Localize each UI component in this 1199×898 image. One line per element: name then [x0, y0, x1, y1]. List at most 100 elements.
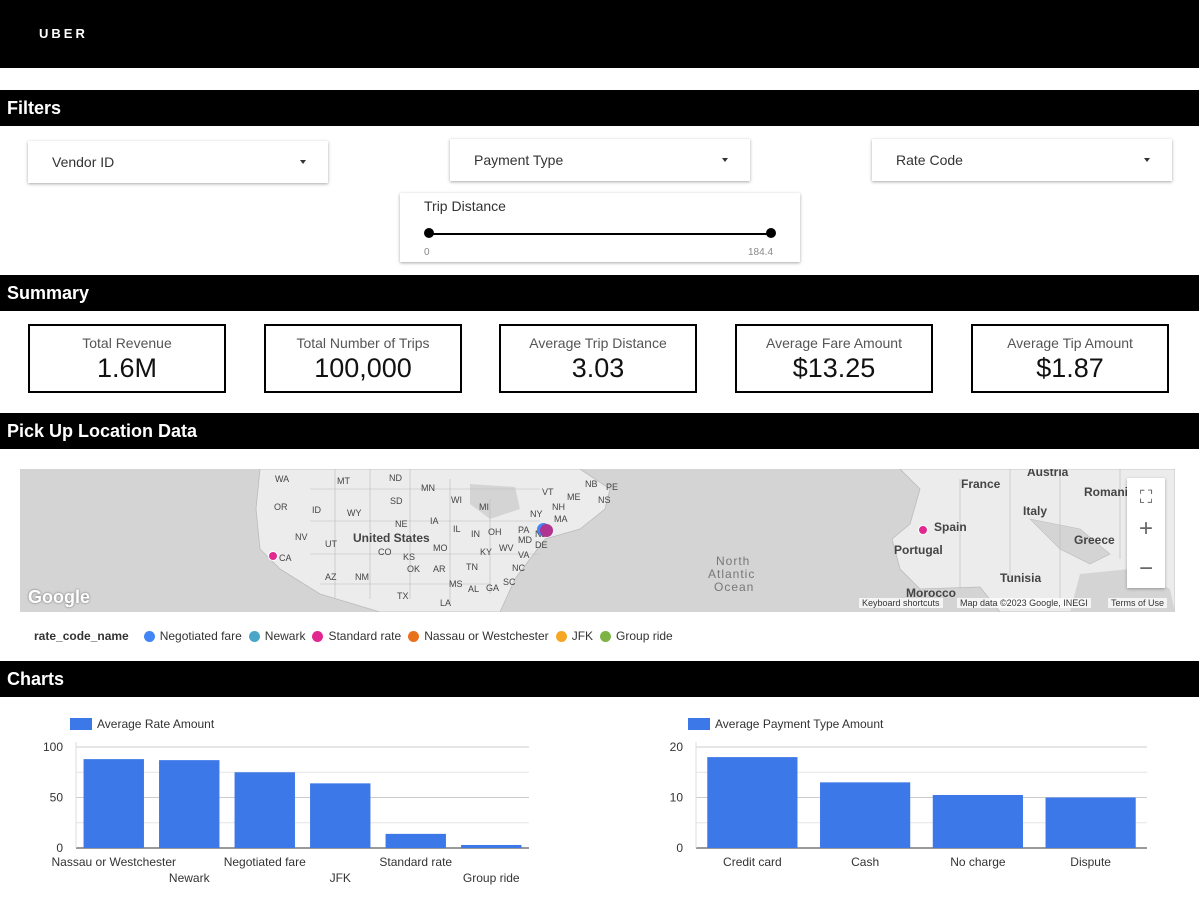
map-label: Austria	[1027, 469, 1069, 479]
bar	[461, 844, 522, 848]
legend-dot	[600, 630, 612, 642]
map-legend: rate_code_name Negotiated fare Newark St…	[34, 629, 680, 643]
legend-label: Negotiated fare	[159, 629, 242, 643]
legend-swatch	[70, 718, 92, 730]
legend-item[interactable]: JFK	[555, 629, 594, 643]
legend-item[interactable]: Group ride	[600, 629, 673, 643]
map-label: MD	[518, 535, 532, 545]
kpi-value: 1.6M	[96, 353, 158, 383]
map-label: OK	[407, 564, 421, 574]
trip-distance-slider-card: Trip Distance 0 184.4	[400, 193, 800, 262]
y-tick-label: 100	[43, 740, 63, 754]
map-label: CO	[378, 547, 392, 557]
legend-dot	[312, 630, 324, 642]
slider-max-handle[interactable]	[766, 228, 776, 238]
payment-type-label: Payment Type	[474, 152, 564, 168]
map-label: Portugal	[894, 543, 943, 557]
map-label: MT	[337, 476, 350, 486]
legend-dot	[248, 630, 260, 642]
x-tick-label: Dispute	[1070, 855, 1111, 869]
caret-down-icon	[722, 158, 728, 162]
average-payment-type-amount-chart: Average Payment Type Amount 0 10 20 Credit c…	[670, 717, 1147, 869]
kpi-label: Total Number of Trips	[296, 335, 430, 351]
caret-down-icon	[1144, 158, 1150, 162]
kpi-label: Total Revenue	[82, 335, 172, 351]
pickup-map[interactable]: WA MT ND MN OR ID SD WI MI NY VT NH ME N…	[20, 469, 1175, 612]
legend-item[interactable]: Nassau or Westchester	[408, 629, 549, 643]
legend-title: rate_code_name	[34, 629, 129, 643]
x-tick-label: No charge	[950, 855, 1006, 869]
map-marker-standard-rate[interactable]	[268, 551, 278, 561]
map-label: MN	[421, 483, 435, 493]
slider-min-value: 0	[424, 247, 430, 258]
pickup-location-header: Pick Up Location Data	[0, 413, 1199, 449]
map-label: SD	[390, 496, 403, 506]
legend-item[interactable]: Newark	[248, 629, 306, 643]
map-label: AR	[433, 564, 446, 574]
map-label: MA	[554, 514, 568, 524]
map-label: OR	[274, 502, 288, 512]
map-label: IA	[430, 516, 439, 526]
vendor-id-dropdown[interactable]: Vendor ID	[28, 141, 328, 183]
map-label: TX	[397, 591, 409, 601]
rate-code-dropdown[interactable]: Rate Code	[872, 139, 1172, 181]
kpi-total-revenue: Total Revenue 1.6M	[28, 324, 226, 393]
map-label: NV	[295, 532, 308, 542]
terms-of-use-link[interactable]: Terms of Use	[1108, 598, 1168, 608]
bar	[310, 783, 371, 848]
bar	[159, 760, 220, 848]
map-label: WA	[275, 474, 290, 484]
y-tick-label: 50	[50, 791, 64, 805]
map-label: United States	[353, 531, 430, 545]
legend-label: Nassau or Westchester	[424, 629, 549, 643]
filters-header: Filters	[0, 90, 1199, 126]
map-marker-cluster[interactable]	[540, 524, 553, 537]
kpi-value: $13.25	[792, 353, 876, 383]
map-label: IL	[453, 524, 461, 534]
legend-dot	[408, 630, 420, 642]
chart-legend-label: Average Payment Type Amount	[715, 717, 884, 731]
map-marker-standard-rate[interactable]	[918, 525, 928, 535]
slider-track[interactable]	[429, 233, 771, 235]
zoom-out-icon[interactable]: −	[1127, 550, 1165, 588]
map-label: NM	[355, 572, 369, 582]
bar	[932, 794, 1023, 848]
x-tick-label: Credit card	[723, 855, 782, 869]
y-tick-label: 20	[670, 740, 684, 754]
kpi-value: 3.03	[571, 353, 625, 383]
x-tick-label: Negotiated fare	[224, 855, 306, 869]
bar	[707, 757, 798, 848]
x-tick-label: Newark	[169, 871, 211, 885]
map-label: Spain	[934, 520, 967, 534]
legend-dot	[555, 630, 567, 642]
zoom-in-icon[interactable]: +	[1127, 510, 1165, 548]
legend-dot	[143, 630, 155, 642]
trip-distance-label: Trip Distance	[424, 198, 506, 214]
legend-label: JFK	[571, 629, 594, 643]
legend-item[interactable]: Negotiated fare	[143, 629, 242, 643]
x-tick-label: Standard rate	[379, 855, 452, 869]
bar	[83, 759, 144, 848]
kpi-average-tip: Average Tip Amount $1.87	[971, 324, 1169, 393]
map-label: France	[961, 477, 1001, 491]
map-label: NS	[598, 495, 611, 505]
charts-header: Charts	[0, 661, 1199, 697]
bar	[385, 833, 446, 848]
uber-logo: UBER	[39, 26, 88, 41]
map-label: Italy	[1023, 504, 1048, 518]
keyboard-shortcuts-link[interactable]: Keyboard shortcuts	[859, 598, 943, 608]
map-label: Greece	[1074, 533, 1115, 547]
legend-label: Newark	[264, 629, 306, 643]
google-logo: Google	[28, 587, 90, 607]
legend-item[interactable]: Standard rate	[312, 629, 401, 643]
x-tick-label: Group ride	[463, 871, 520, 885]
map-label: KS	[403, 552, 416, 562]
average-rate-amount-chart: Average Rate Amount 0 50 100 Nassau or Westc…	[43, 717, 529, 885]
map-label: ND	[389, 473, 402, 483]
map-label: MS	[449, 579, 463, 589]
kpi-label: Average Tip Amount	[1007, 335, 1133, 351]
payment-type-dropdown[interactable]: Payment Type	[450, 139, 750, 181]
kpi-value: 100,000	[314, 353, 412, 383]
map-label: CA	[279, 553, 292, 563]
slider-min-handle[interactable]	[424, 228, 434, 238]
